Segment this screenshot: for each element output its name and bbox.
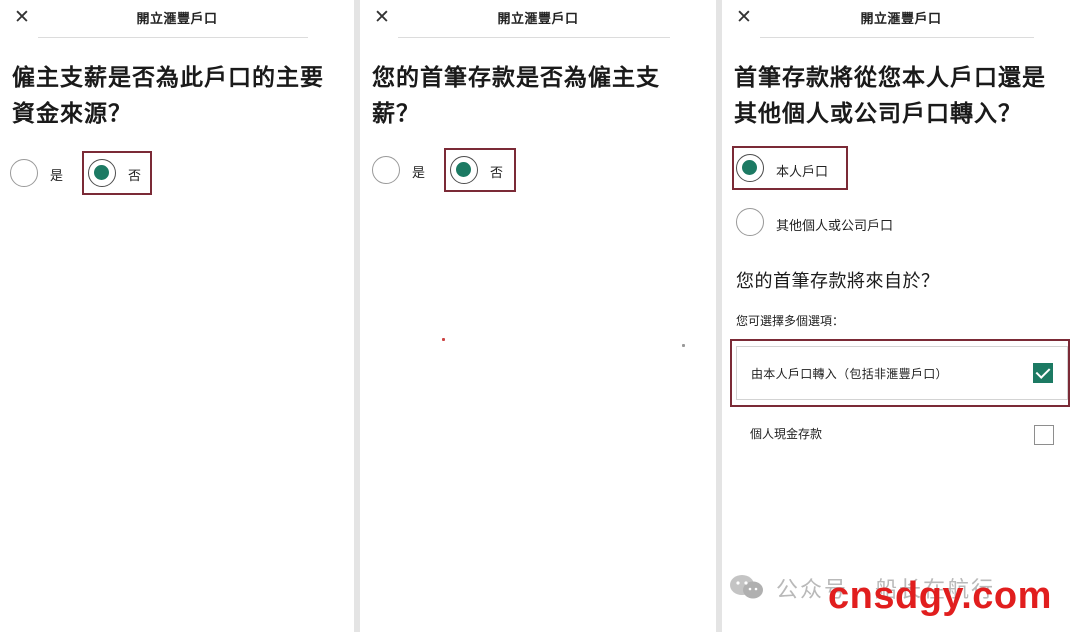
checkbox-label: 由本人戶口轉入（包括非滙豐戶口） — [751, 367, 948, 381]
checkbox-checked[interactable] — [1033, 363, 1053, 383]
checkbox-unchecked[interactable] — [1034, 425, 1054, 445]
radio-no-label: 否 — [490, 166, 504, 181]
radio-no[interactable] — [450, 156, 478, 184]
header-title: 開立滙豐戶口 — [860, 12, 942, 27]
radio-no-label: 否 — [128, 169, 142, 184]
header-title: 開立滙豐戶口 — [136, 12, 218, 27]
wechat-icon — [730, 575, 763, 599]
screen-first-deposit-salary: ✕ 開立滙豐戶口 您的首筆存款是否為僱主支薪？ 是 否 — [360, 0, 716, 632]
radio-own-account-label: 本人戶口 — [776, 165, 829, 180]
scan-speck — [442, 338, 445, 341]
radio-yes[interactable] — [372, 156, 400, 184]
radio-yes[interactable] — [10, 159, 38, 187]
checkbox-row-cash-deposit[interactable]: 個人現金存款 — [736, 415, 1068, 455]
scan-speck — [682, 344, 685, 347]
header: ✕ 開立滙豐戶口 — [0, 0, 354, 38]
radio-other-account[interactable] — [736, 208, 764, 236]
header-divider — [38, 37, 308, 38]
sub-question: 您的首筆存款將來自於？ — [736, 271, 940, 292]
radio-other-account-label: 其他個人或公司戶口 — [776, 219, 894, 234]
radio-own-account[interactable] — [736, 154, 764, 182]
header-divider — [398, 37, 670, 38]
header-title: 開立滙豐戶口 — [497, 12, 579, 27]
question-title: 您的首筆存款是否為僱主支薪？ — [372, 65, 660, 127]
checkbox-row-own-transfer[interactable]: 由本人戶口轉入（包括非滙豐戶口） — [736, 346, 1068, 400]
brand-watermark: cnsdgy.com — [828, 575, 1052, 617]
radio-yes-label: 是 — [50, 169, 64, 184]
question-title: 僱主支薪是否為此戶口的主要資金來源？ — [12, 65, 324, 127]
radio-no[interactable] — [88, 159, 116, 187]
question-title: 首筆存款將從您本人戶口還是其他個人或公司戶口轉入？ — [734, 65, 1046, 127]
multi-select-hint: 您可選擇多個選項： — [736, 314, 845, 328]
header-divider — [760, 37, 1034, 38]
screen-deposit-origin: ✕ 開立滙豐戶口 首筆存款將從您本人戶口還是其他個人或公司戶口轉入？ 本人戶口 … — [722, 0, 1080, 632]
header: ✕ 開立滙豐戶口 — [360, 0, 716, 38]
screen-employer-salary-main-source: ✕ 開立滙豐戶口 僱主支薪是否為此戶口的主要資金來源？ 是 否 — [0, 0, 354, 632]
radio-yes-label: 是 — [412, 166, 426, 181]
checkbox-label: 個人現金存款 — [750, 427, 823, 441]
header: ✕ 開立滙豐戶口 — [722, 0, 1080, 38]
